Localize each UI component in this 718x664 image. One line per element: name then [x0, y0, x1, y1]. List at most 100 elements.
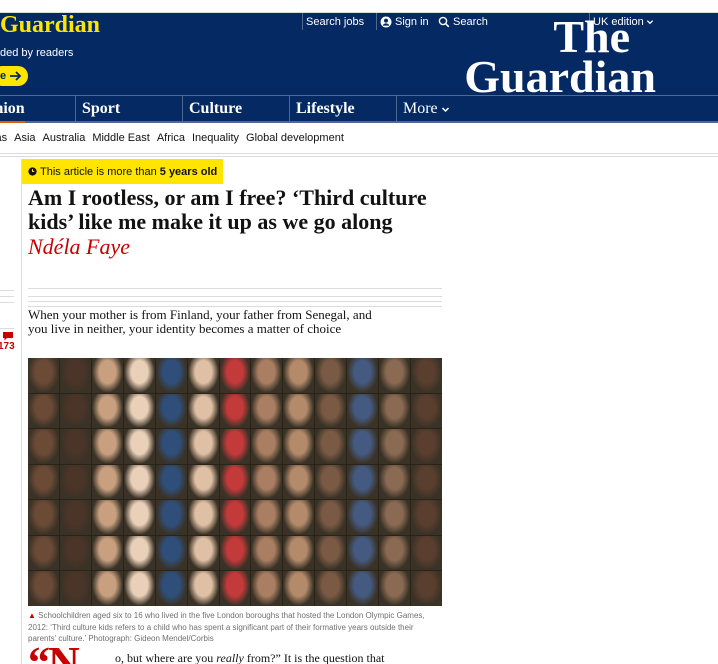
portrait-tile: [123, 429, 155, 464]
portrait-tile: [347, 571, 379, 606]
portrait-tile: [219, 535, 251, 571]
divider: [28, 296, 442, 297]
portrait-tile: [219, 358, 251, 393]
logo-line-guardian: Guardian: [464, 50, 656, 102]
drop-cap: “N: [28, 638, 80, 664]
comment-count-value: 173: [0, 341, 15, 352]
support-button[interactable]: e: [0, 66, 28, 86]
author-byline[interactable]: Ndéla Faye: [28, 235, 130, 259]
portrait-tile: [28, 500, 59, 535]
portrait-tile: [411, 393, 442, 429]
portrait-tile: [155, 393, 187, 429]
portrait-tile: [91, 500, 123, 535]
portrait-tile: [283, 464, 315, 500]
portrait-tile: [347, 500, 379, 535]
search-jobs-link[interactable]: Search jobs: [302, 13, 365, 30]
portrait-tile: [411, 571, 442, 606]
portrait-tile: [219, 429, 251, 464]
portrait-tile: [315, 535, 347, 571]
portrait-tile: [59, 393, 91, 429]
portrait-tile: [59, 535, 91, 571]
portrait-tile: [315, 571, 347, 606]
search-jobs-label: Search jobs: [306, 15, 365, 28]
portrait-tile: [411, 358, 442, 393]
portrait-tile: [155, 429, 187, 464]
portrait-tile: [283, 393, 315, 429]
clock-icon: [28, 167, 37, 176]
comment-icon: [3, 332, 13, 341]
portrait-tile: [251, 500, 283, 535]
portrait-tile: [28, 464, 59, 500]
portrait-tile: [315, 500, 347, 535]
gutter-rule: [0, 290, 14, 291]
portrait-tile: [187, 535, 219, 571]
subnav-item-inequality[interactable]: Inequality: [192, 132, 239, 144]
portrait-tile: [155, 535, 187, 571]
portrait-tile: [283, 358, 315, 393]
sign-in-link[interactable]: Sign in: [376, 13, 429, 30]
pillar-lifestyle[interactable]: Lifestyle: [289, 96, 355, 122]
portrait-tile: [155, 571, 187, 606]
portrait-tile: [155, 464, 187, 500]
portrait-tile: [251, 358, 283, 393]
search-icon: [438, 16, 450, 27]
pillar-sport[interactable]: Sport: [75, 96, 120, 122]
subnav-item-australia[interactable]: Australia: [43, 132, 86, 144]
portrait-tile: [251, 429, 283, 464]
portrait-tile: [411, 500, 442, 535]
portrait-tile: [187, 500, 219, 535]
article-standfirst: When your mother is from Finland, your f…: [28, 307, 372, 336]
subnav-item-africa[interactable]: Africa: [157, 132, 185, 144]
funded-by-readers-text: ded by readers: [0, 47, 74, 59]
guardian-logo[interactable]: The Guardian: [456, 14, 656, 102]
portrait-tile: [347, 358, 379, 393]
portrait-tile: [91, 464, 123, 500]
age-prefix: This article is more than: [40, 165, 157, 178]
portrait-tile: [347, 464, 379, 500]
portrait-tile: [123, 393, 155, 429]
portrait-tile: [411, 464, 442, 500]
portrait-tile: [283, 500, 315, 535]
portrait-tile: [155, 358, 187, 393]
portrait-tile: [59, 500, 91, 535]
portrait-tile: [123, 464, 155, 500]
comment-count-link[interactable]: 173: [0, 332, 15, 352]
article-main-photo[interactable]: [28, 358, 442, 606]
portrait-tile: [379, 393, 411, 429]
portrait-tile: [251, 571, 283, 606]
portrait-tile: [28, 535, 59, 571]
portrait-tile: [187, 571, 219, 606]
chevron-down-icon: [441, 106, 449, 112]
subnav-item-asia[interactable]: Asia: [14, 132, 35, 144]
portrait-tile: [91, 429, 123, 464]
portrait-tile: [28, 393, 59, 429]
portrait-tile: [315, 393, 347, 429]
portrait-tile: [251, 464, 283, 500]
portrait-tile: [123, 535, 155, 571]
pillar-opinion[interactable]: inion: [0, 96, 25, 125]
brand-fragment: Guardian: [0, 12, 101, 38]
portrait-tile: [187, 358, 219, 393]
pillar-more-menu[interactable]: More: [396, 96, 450, 122]
portrait-tile: [219, 500, 251, 535]
divider: [28, 301, 442, 302]
gutter-rule: [0, 328, 14, 329]
gutter-rule: [0, 296, 14, 297]
portrait-tile: [187, 464, 219, 500]
subnav-item-global-development[interactable]: Global development: [246, 132, 344, 144]
portrait-tile: [251, 535, 283, 571]
portrait-tile: [379, 358, 411, 393]
subnav-item-middle-east[interactable]: Middle East: [92, 132, 149, 144]
sign-in-label: Sign in: [395, 15, 429, 28]
body-emphasis: really: [216, 651, 244, 664]
utility-divider: [376, 13, 377, 30]
portrait-tile: [379, 464, 411, 500]
portrait-tile: [283, 535, 315, 571]
age-value: 5 years old: [159, 165, 218, 178]
utility-divider: [302, 13, 303, 30]
body-end: from?” It is the question that: [246, 651, 385, 664]
article-body-first-line: o, but where are you really from?” It is…: [115, 650, 435, 664]
subnav-item-americas[interactable]: cas: [0, 132, 7, 144]
portrait-tile: [187, 393, 219, 429]
pillar-culture[interactable]: Culture: [182, 96, 242, 122]
